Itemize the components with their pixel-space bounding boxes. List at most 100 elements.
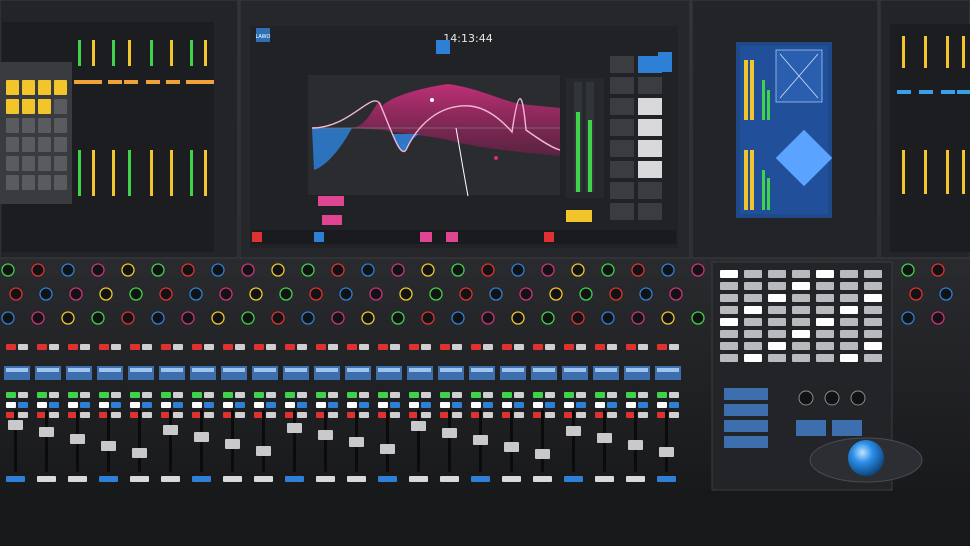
channel-button[interactable] xyxy=(18,402,28,408)
channel-button[interactable] xyxy=(545,402,555,408)
keypad-button[interactable] xyxy=(22,137,35,152)
channel-button[interactable] xyxy=(607,402,617,408)
control-button[interactable] xyxy=(768,282,786,290)
channel-button[interactable] xyxy=(545,412,555,418)
channel-button[interactable] xyxy=(638,402,648,408)
control-button[interactable] xyxy=(768,354,786,362)
knob[interactable] xyxy=(601,263,615,277)
knob[interactable] xyxy=(631,263,645,277)
channel-button[interactable] xyxy=(533,392,543,398)
channel-button[interactable] xyxy=(440,392,450,398)
knob[interactable] xyxy=(1,311,15,325)
channel-button[interactable] xyxy=(130,402,140,408)
fader-button[interactable] xyxy=(316,476,335,482)
channel-button[interactable] xyxy=(452,412,462,418)
keypad-button[interactable] xyxy=(6,99,19,114)
trackball-icon[interactable] xyxy=(848,440,884,476)
control-button[interactable] xyxy=(864,318,882,326)
channel-button[interactable] xyxy=(378,392,388,398)
knob[interactable] xyxy=(391,263,405,277)
channel-button[interactable] xyxy=(37,402,47,408)
channel-button[interactable] xyxy=(471,392,481,398)
control-button[interactable] xyxy=(840,342,858,350)
knob[interactable] xyxy=(421,311,435,325)
fader-cap[interactable] xyxy=(287,423,302,433)
channel-button[interactable] xyxy=(266,344,276,350)
screen-button[interactable] xyxy=(638,77,662,94)
channel-button[interactable] xyxy=(471,344,481,350)
channel-button[interactable] xyxy=(638,344,648,350)
channel-button[interactable] xyxy=(607,344,617,350)
channel-button[interactable] xyxy=(483,344,493,350)
channel-button[interactable] xyxy=(49,392,59,398)
knob[interactable] xyxy=(661,263,675,277)
channel-button[interactable] xyxy=(514,344,524,350)
channel-button[interactable] xyxy=(502,344,512,350)
screen-button[interactable] xyxy=(638,119,662,136)
screen-button[interactable] xyxy=(638,203,662,220)
channel-button[interactable] xyxy=(421,402,431,408)
channel-button[interactable] xyxy=(657,392,667,398)
channel-button[interactable] xyxy=(254,392,264,398)
knob[interactable] xyxy=(511,263,525,277)
screen-button[interactable] xyxy=(638,140,662,157)
fader-button[interactable] xyxy=(564,476,583,482)
fader-cap[interactable] xyxy=(163,425,178,435)
control-button[interactable] xyxy=(744,354,762,362)
channel-button[interactable] xyxy=(111,412,121,418)
channel-button[interactable] xyxy=(111,402,121,408)
knob[interactable] xyxy=(1,263,15,277)
knob[interactable] xyxy=(901,263,915,277)
channel-button[interactable] xyxy=(347,344,357,350)
encoder-knob[interactable] xyxy=(798,390,814,406)
channel-button[interactable] xyxy=(285,402,295,408)
control-button[interactable] xyxy=(816,318,834,326)
keypad-button[interactable] xyxy=(6,175,19,190)
knob[interactable] xyxy=(369,287,383,301)
fader-cap[interactable] xyxy=(8,420,23,430)
fader-cap[interactable] xyxy=(504,442,519,452)
control-button[interactable] xyxy=(816,354,834,362)
channel-button[interactable] xyxy=(576,402,586,408)
channel-button[interactable] xyxy=(223,344,233,350)
keypad-button[interactable] xyxy=(54,118,67,133)
channel-button[interactable] xyxy=(607,412,617,418)
channel-button[interactable] xyxy=(421,392,431,398)
knob[interactable] xyxy=(121,263,135,277)
channel-button[interactable] xyxy=(452,392,462,398)
knob[interactable] xyxy=(571,311,585,325)
channel-button[interactable] xyxy=(235,344,245,350)
fader-cap[interactable] xyxy=(473,435,488,445)
channel-button[interactable] xyxy=(409,344,419,350)
fader-cap[interactable] xyxy=(659,447,674,457)
channel-button[interactable] xyxy=(37,344,47,350)
knob[interactable] xyxy=(189,287,203,301)
channel-button[interactable] xyxy=(37,392,47,398)
channel-button[interactable] xyxy=(80,412,90,418)
channel-button[interactable] xyxy=(359,402,369,408)
channel-button[interactable] xyxy=(142,344,152,350)
control-button[interactable] xyxy=(720,282,738,290)
channel-button[interactable] xyxy=(359,392,369,398)
channel-button[interactable] xyxy=(99,344,109,350)
knob[interactable] xyxy=(241,311,255,325)
channel-button[interactable] xyxy=(173,392,183,398)
channel-button[interactable] xyxy=(595,392,605,398)
channel-button[interactable] xyxy=(204,344,214,350)
knob[interactable] xyxy=(61,263,75,277)
control-button[interactable] xyxy=(744,318,762,326)
channel-button[interactable] xyxy=(68,392,78,398)
channel-button[interactable] xyxy=(359,412,369,418)
channel-button[interactable] xyxy=(409,402,419,408)
channel-button[interactable] xyxy=(49,344,59,350)
channel-button[interactable] xyxy=(328,412,338,418)
control-button[interactable] xyxy=(864,306,882,314)
fader-button[interactable] xyxy=(192,476,211,482)
knob[interactable] xyxy=(91,263,105,277)
knob[interactable] xyxy=(181,263,195,277)
fader-cap[interactable] xyxy=(101,441,116,451)
fader-button[interactable] xyxy=(130,476,149,482)
knob[interactable] xyxy=(541,263,555,277)
knob[interactable] xyxy=(549,287,563,301)
channel-button[interactable] xyxy=(421,344,431,350)
